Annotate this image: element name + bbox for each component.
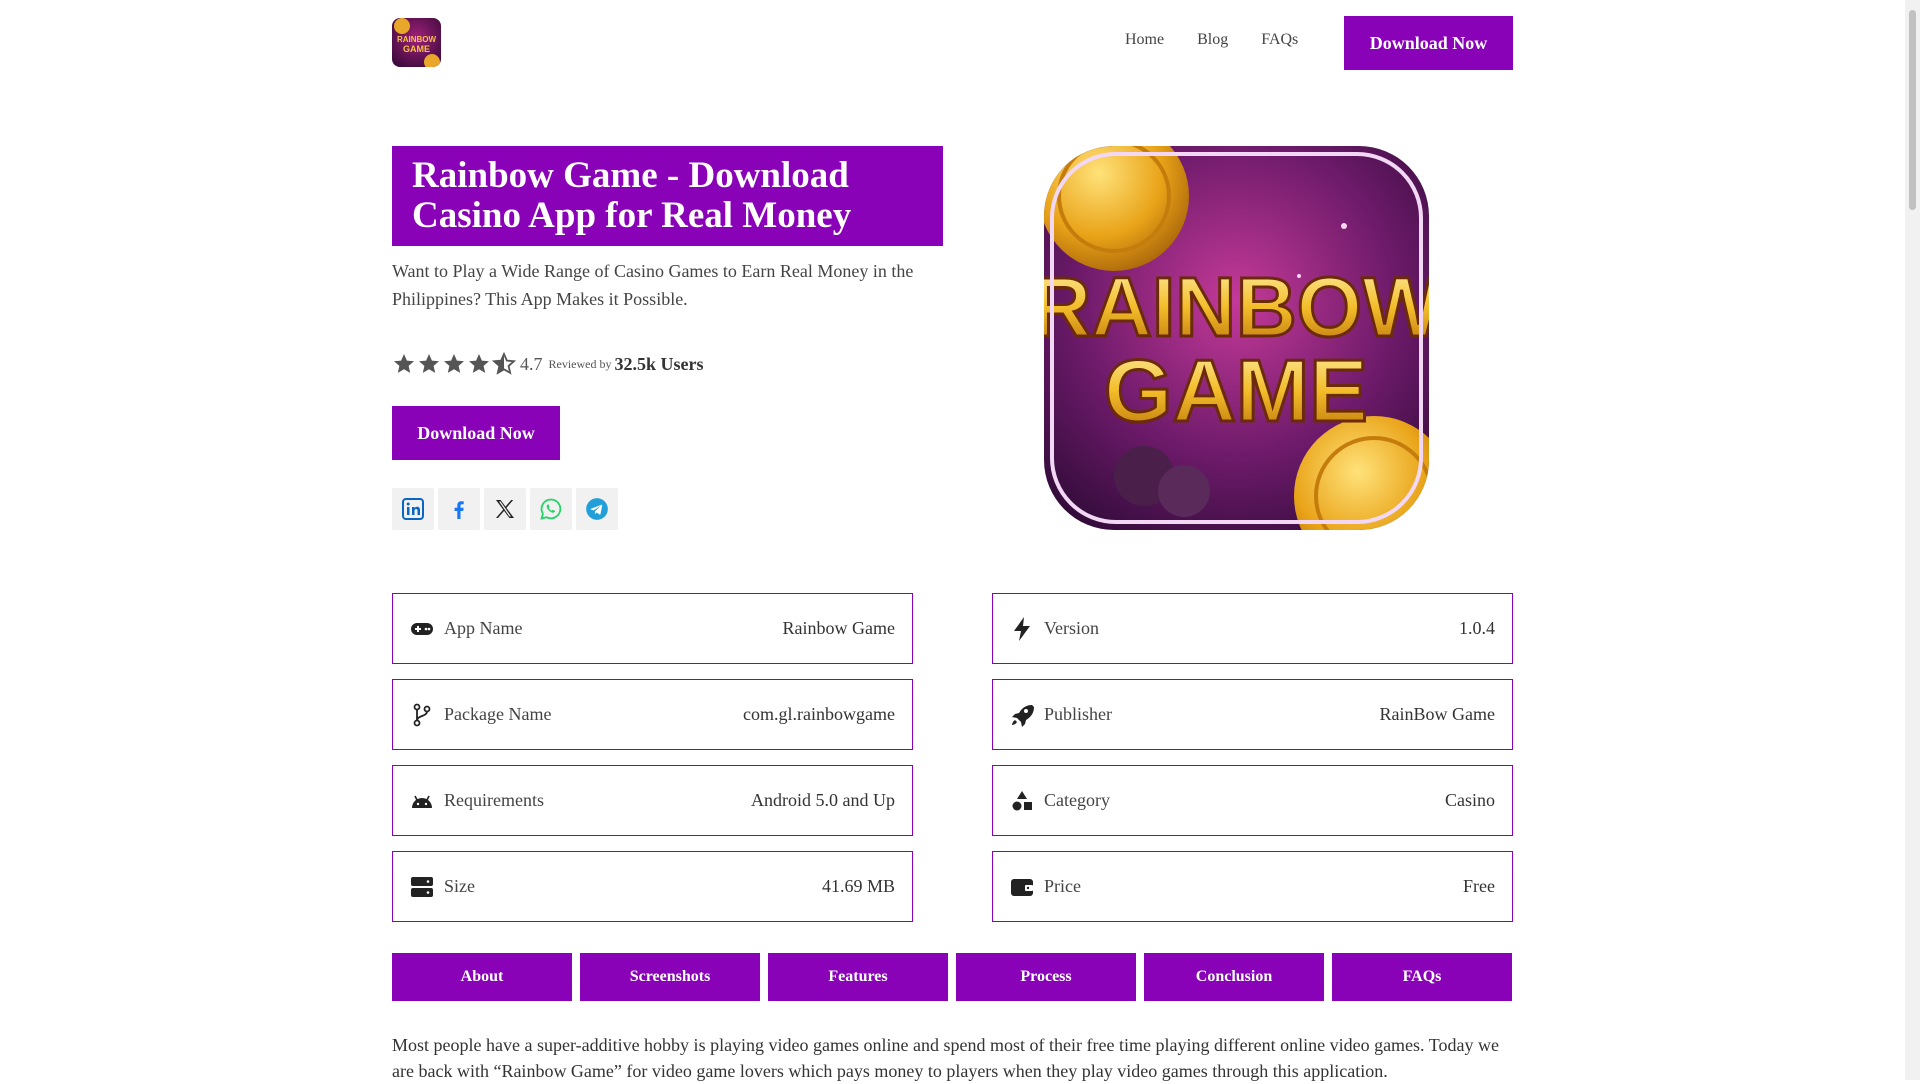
info-value: Android 5.0 and Up	[751, 790, 895, 810]
art-text-game: GAME	[1104, 341, 1368, 440]
review-count: 32.5k Users	[614, 353, 704, 374]
info-value: RainBow Game	[1379, 704, 1495, 724]
info-label: Size	[444, 876, 475, 896]
section-tabs: About Screenshots Features Process Concl…	[392, 953, 1512, 1001]
hero-download-button[interactable]: Download Now	[392, 406, 560, 460]
info-requirements: Requirements Android 5.0 and Up	[392, 765, 913, 836]
gamepad-icon	[410, 617, 434, 641]
info-category: Category Casino	[992, 765, 1513, 836]
nav-home[interactable]: Home	[1125, 31, 1164, 49]
main-nav: Home Blog FAQs	[1125, 31, 1298, 49]
tab-process[interactable]: Process	[956, 953, 1136, 1001]
rocket-icon	[1010, 703, 1034, 727]
info-version: Version 1.0.4	[992, 593, 1513, 664]
tab-faqs[interactable]: FAQs	[1332, 953, 1512, 1001]
tab-features[interactable]: Features	[768, 953, 948, 1001]
branch-icon	[410, 703, 434, 727]
scrollbar[interactable]	[1905, 0, 1920, 1080]
header-download-button[interactable]: Download Now	[1344, 16, 1513, 70]
rating-stars	[392, 352, 516, 376]
info-publisher: Publisher RainBow Game	[992, 679, 1513, 750]
star-icon	[394, 354, 414, 373]
shapes-icon	[1010, 789, 1034, 813]
telegram-icon[interactable]	[576, 488, 618, 530]
info-value: com.gl.rainbowgame	[743, 704, 895, 724]
info-app-name: App Name Rainbow Game	[392, 593, 913, 664]
rating-value: 4.7	[520, 353, 543, 374]
svg-text:RAINBOW: RAINBOW	[397, 35, 437, 44]
info-size: Size 41.69 MB	[392, 851, 913, 922]
info-label: Package Name	[444, 704, 552, 724]
star-icon	[444, 354, 464, 373]
facebook-icon[interactable]	[438, 488, 480, 530]
nav-faqs[interactable]: FAQs	[1261, 31, 1298, 49]
tab-screenshots[interactable]: Screenshots	[580, 953, 760, 1001]
info-label: Category	[1044, 790, 1110, 810]
star-icon	[469, 354, 489, 373]
info-value: Casino	[1444, 790, 1495, 810]
app-icon-image: RAINBOW GAME	[1044, 146, 1429, 530]
info-value: 41.69 MB	[821, 876, 895, 896]
rating: 4.7 Reviewed by 32.5k Users	[392, 350, 703, 378]
star-icon	[419, 354, 439, 373]
half-star-icon	[492, 352, 516, 375]
info-label: App Name	[444, 618, 523, 638]
whatsapp-icon[interactable]	[530, 488, 572, 530]
page-subtitle: Want to Play a Wide Range of Casino Game…	[392, 261, 914, 309]
server-icon	[410, 875, 434, 899]
android-icon	[410, 789, 434, 813]
svg-text:GAME: GAME	[403, 44, 430, 54]
intro-paragraph: Most people have a super-additive hobby …	[392, 1035, 1499, 1081]
linkedin-icon[interactable]	[392, 488, 434, 530]
site-logo[interactable]: RAINBOW GAME	[392, 18, 441, 67]
tab-about[interactable]: About	[392, 953, 572, 1001]
art-text-rainbow: RAINBOW	[1044, 260, 1429, 354]
reviewed-by-label: Reviewed by	[548, 356, 612, 371]
info-label: Requirements	[444, 790, 544, 810]
wallet-icon	[1010, 875, 1034, 899]
bolt-icon	[1010, 616, 1034, 641]
info-label: Price	[1044, 876, 1081, 896]
info-price: Price Free	[992, 851, 1513, 922]
info-label: Publisher	[1044, 704, 1113, 724]
info-label: Version	[1044, 618, 1099, 638]
info-value: Free	[1463, 876, 1495, 896]
info-value: 1.0.4	[1459, 618, 1495, 638]
x-icon[interactable]	[484, 488, 526, 530]
tab-conclusion[interactable]: Conclusion	[1144, 953, 1324, 1001]
info-value: Rainbow Game	[782, 618, 895, 638]
info-package-name: Package Name com.gl.rainbowgame	[392, 679, 913, 750]
share-buttons	[392, 488, 618, 530]
scrollbar-thumb[interactable]	[1909, 10, 1916, 210]
page: RAINBOW GAME Home Blog FAQs Download Now…	[0, 0, 1905, 1081]
nav-blog[interactable]: Blog	[1197, 31, 1228, 49]
page-title: Rainbow Game - Download Casino App for R…	[392, 146, 943, 246]
